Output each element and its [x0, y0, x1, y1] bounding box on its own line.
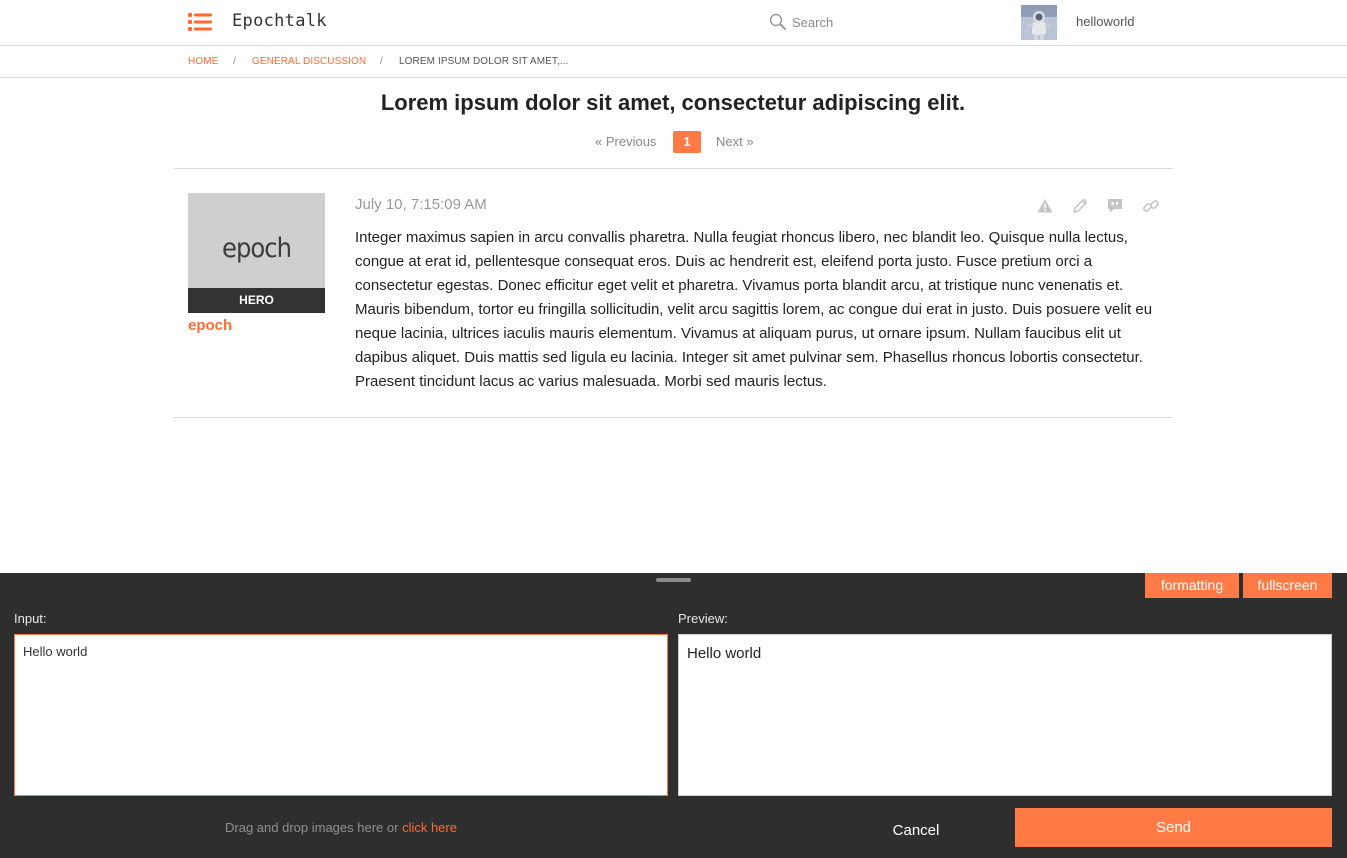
breadcrumb-current-thread: LOREM IPSUM DOLOR SIT AMET,...	[399, 56, 569, 67]
search-input[interactable]	[792, 10, 992, 34]
send-button[interactable]: Send	[1015, 808, 1332, 847]
upload-hint-text: Drag and drop images here or	[225, 820, 399, 835]
breadcrumb-board[interactable]: GENERAL DISCUSSION	[252, 56, 366, 67]
upload-click-here-link[interactable]: click here	[402, 820, 457, 835]
search-icon	[768, 12, 788, 32]
input-label: Input:	[14, 611, 47, 626]
editor-input-textarea[interactable]	[14, 634, 668, 796]
post-timestamp: July 10, 7:15:09 AM	[355, 196, 487, 213]
report-icon[interactable]	[1036, 197, 1054, 215]
post-author-name[interactable]: epoch	[188, 317, 232, 334]
reply-editor: formatting fullscreen Input: Preview: He…	[0, 573, 1347, 858]
formatting-button[interactable]: formatting	[1145, 573, 1239, 598]
preview-text: Hello world	[687, 645, 762, 662]
post-body: Integer maximus sapien in arcu convallis…	[355, 229, 1153, 390]
editor-preview-pane: Hello world	[678, 634, 1332, 796]
breadcrumb-separator: /	[380, 56, 383, 67]
link-icon[interactable]	[1142, 197, 1160, 215]
post-author-avatar[interactable]: epoch HERO	[188, 193, 325, 313]
breadcrumb-home[interactable]: HOME	[188, 56, 218, 67]
preview-label: Preview:	[678, 611, 728, 626]
quote-icon[interactable]	[1106, 197, 1124, 215]
pagination: « Previous 1 Next »	[0, 131, 1347, 153]
editor-resize-handle[interactable]	[656, 578, 691, 582]
breadcrumb: HOME / GENERAL DISCUSSION / LOREM IPSUM …	[0, 47, 1347, 78]
cancel-button[interactable]: Cancel	[866, 812, 966, 850]
image-upload-hint: Drag and drop images here or click here	[0, 820, 682, 835]
post-actions	[1036, 197, 1160, 215]
page-title: Lorem ipsum dolor sit amet, consectetur …	[380, 90, 966, 115]
site-brand[interactable]: Epochtalk	[232, 11, 327, 31]
username-link[interactable]: helloworld	[1076, 14, 1135, 29]
top-navbar: Epochtalk helloworld	[0, 0, 1347, 46]
avatar-text: epoch	[222, 233, 292, 264]
author-rank-badge: HERO	[188, 288, 325, 313]
edit-icon[interactable]	[1071, 197, 1089, 215]
divider	[173, 417, 1173, 418]
pagination-current-page[interactable]: 1	[673, 131, 701, 153]
divider	[173, 168, 1173, 169]
user-avatar[interactable]	[1021, 5, 1057, 40]
pagination-previous[interactable]: « Previous	[595, 134, 656, 149]
breadcrumb-separator: /	[233, 56, 236, 67]
menu-list-icon[interactable]	[188, 12, 212, 32]
pagination-next[interactable]: Next »	[716, 134, 754, 149]
fullscreen-button[interactable]: fullscreen	[1243, 573, 1332, 598]
